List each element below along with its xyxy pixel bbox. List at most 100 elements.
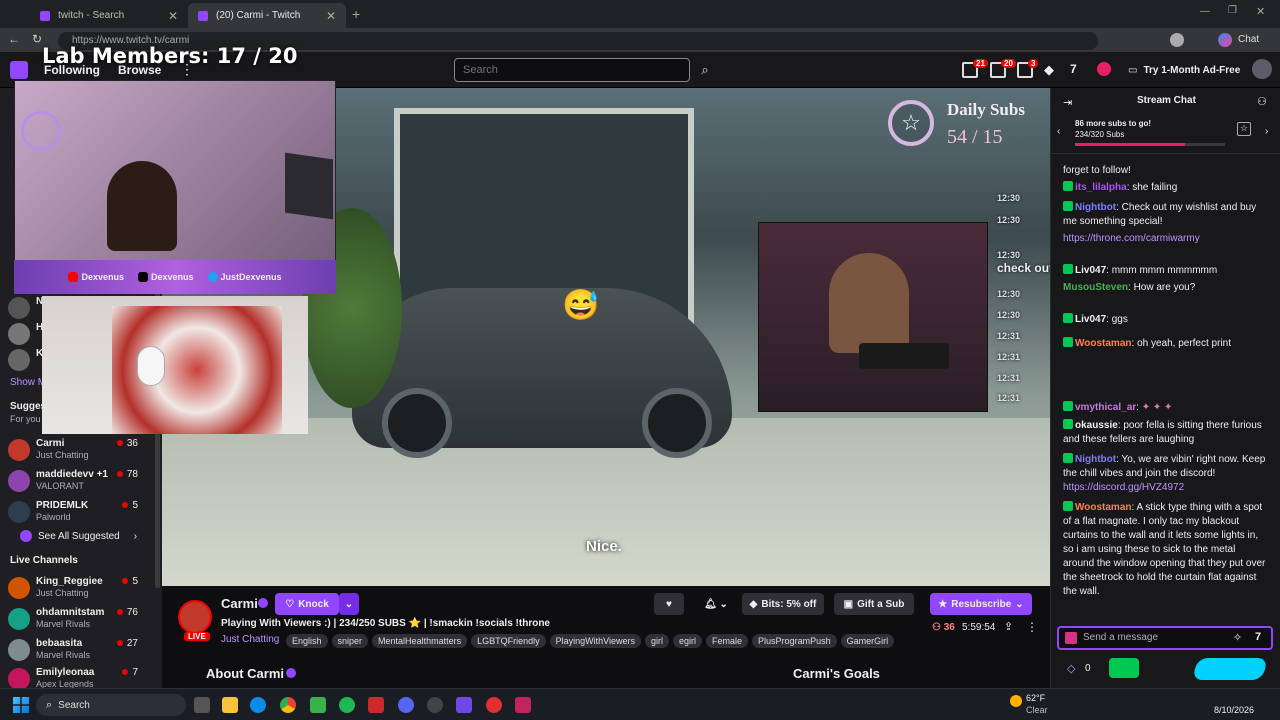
twitch-logo-icon[interactable] (10, 61, 28, 79)
temperature: 62°F (1026, 693, 1046, 703)
live-dot (122, 578, 129, 584)
users-icon[interactable]: ⚇ (1257, 95, 1267, 108)
secondary-webcam (758, 222, 988, 412)
prime-icon[interactable]: 21 (962, 59, 988, 78)
see-all-suggested-link[interactable]: See All Suggested › (20, 530, 137, 542)
follow-heart-icon[interactable]: ♥ (654, 593, 684, 615)
category-link[interactable]: Just Chatting (221, 634, 279, 645)
turbo-icon[interactable]: 7 (1070, 62, 1077, 76)
suggested-channel-carmi[interactable]: Carmi Just Chatting 36 (8, 436, 158, 464)
star-icon[interactable]: ☆ (1237, 122, 1251, 136)
suggested-channel-maddiedevv[interactable]: maddiedevv +1 VALORANT 78 (8, 467, 158, 495)
app-icon[interactable] (456, 697, 472, 713)
chat-link[interactable]: https://discord.gg/HVZ4972 (1063, 482, 1184, 493)
tag[interactable]: MentalHealthmatters (372, 634, 468, 648)
tag[interactable]: PlayingWithViewers (549, 634, 641, 648)
search-input[interactable] (454, 58, 690, 82)
close-window-icon[interactable]: ✕ (1256, 5, 1265, 18)
tag[interactable]: GamerGirl (840, 634, 895, 648)
obs-icon[interactable] (427, 697, 443, 713)
chevron-down-icon[interactable]: ⌄ (339, 593, 359, 615)
close-icon[interactable]: ✕ (168, 9, 178, 23)
live-dot (116, 640, 123, 646)
copilot-icon[interactable] (1218, 33, 1232, 47)
search-icon[interactable]: ⌕ (694, 58, 716, 82)
notifications-bell-icon[interactable]: 🔔︎ ⌄ (696, 593, 736, 615)
live-channel-bebaasita[interactable]: bebaasita Marvel Rivals 27 (8, 636, 158, 664)
tag[interactable]: egirl (673, 634, 703, 648)
hand-cam (42, 296, 308, 434)
crown-icon: ▭ (1128, 64, 1138, 76)
tag[interactable]: Female (706, 634, 749, 648)
tag[interactable]: LGBTQFriendly (471, 634, 546, 648)
chat-panel: ⇥ Stream Chat ⚇ ‹ 86 more subs to go! 23… (1050, 88, 1280, 688)
tag[interactable]: girl (645, 634, 670, 648)
channel-points-icon[interactable]: ◇ (1067, 662, 1075, 675)
back-icon[interactable]: ← (8, 32, 20, 46)
collapse-chat-icon[interactable]: ⇥ (1063, 96, 1072, 109)
badge-icon (1063, 313, 1073, 323)
avatar[interactable] (1170, 33, 1184, 47)
chevron-left-icon[interactable]: ‹ (1057, 126, 1060, 137)
streamer-figure (829, 253, 909, 353)
windows-start-icon[interactable] (13, 697, 29, 713)
copilot-chat-label[interactable]: Chat (1238, 34, 1259, 45)
file-explorer-icon[interactable] (222, 697, 238, 713)
emote-icon[interactable]: 7 (1255, 631, 1261, 643)
chat-message: its_lilalpha: she failing (1051, 181, 1280, 195)
user-avatar[interactable] (1252, 59, 1272, 79)
streamlabs-icon[interactable] (310, 697, 326, 713)
mouse (137, 346, 165, 386)
badge-icon (1063, 181, 1073, 191)
task-view-icon[interactable] (194, 697, 210, 713)
live-channel-ohdamnitstam[interactable]: ohdamnitstam Marvel Rivals 76 (8, 605, 158, 633)
show-more-link[interactable]: Show M (10, 377, 46, 388)
chat-input-placeholder: Send a message (1083, 632, 1159, 643)
tag[interactable]: English (286, 634, 328, 648)
discord-icon[interactable] (398, 697, 414, 713)
browser-tab[interactable]: twitch - Search ✕ (30, 3, 188, 28)
channel-avatar[interactable] (178, 600, 212, 634)
new-tab-icon[interactable]: + (352, 6, 360, 22)
claim-bonus-icon[interactable] (1109, 658, 1139, 678)
chat-message: Liv047: ggs (1051, 313, 1280, 327)
edge-icon[interactable] (250, 697, 266, 713)
chat-input[interactable]: Send a message ✧ 7 (1057, 626, 1273, 650)
app-icon[interactable] (515, 697, 531, 713)
bits-icon[interactable]: ◆ (1044, 62, 1054, 78)
live-channel-king-reggiee[interactable]: King_Reggiee Just Chatting 5 (8, 574, 158, 602)
taskbar-search[interactable]: ⌕ Search (36, 694, 186, 716)
live-badge: LIVE (184, 632, 210, 641)
maximize-icon[interactable]: ❐ (1228, 5, 1237, 16)
weather-condition: Clear (1026, 705, 1048, 715)
reload-icon[interactable]: ↻ (32, 32, 42, 46)
badge-icon (1063, 501, 1073, 511)
knock-button[interactable]: ♡ Knock (275, 593, 339, 615)
share-icon[interactable]: ⇪ (1004, 620, 1013, 633)
chat-link[interactable]: https://throne.com/carmiwarmy (1051, 232, 1280, 246)
browser-tab-active[interactable]: (20) Carmi - Twitch ✕ (188, 3, 346, 28)
bits-button[interactable]: ◆ Bits: 5% off (742, 593, 824, 615)
ad-free-button[interactable]: ▭ Try 1-Month Ad-Free (1120, 59, 1242, 81)
app-icon[interactable] (368, 697, 384, 713)
whispers-icon[interactable]: 3 (1017, 59, 1039, 78)
spotify-icon[interactable] (339, 697, 355, 713)
resubscribe-button[interactable]: ★ Resubscribe ⌄ (930, 593, 1032, 615)
sparkle-icon[interactable]: ✧ (1233, 631, 1242, 644)
live-dot (116, 471, 123, 477)
sub-goal-banner[interactable]: ‹ 86 more subs to go! 234/320 Subs ☆ › (1051, 114, 1280, 154)
chrome-icon[interactable] (280, 697, 296, 713)
more-options-icon[interactable]: ⋮ (1026, 620, 1038, 634)
minimize-icon[interactable]: — (1200, 6, 1210, 17)
tag[interactable]: PlusProgramPush (752, 634, 837, 648)
channel-name[interactable]: Carmi (221, 596, 258, 611)
tag[interactable]: sniper (331, 634, 369, 648)
chevron-right-icon[interactable]: › (1265, 126, 1268, 137)
app-icon[interactable] (486, 697, 502, 713)
gift-sub-button[interactable]: ▣ Gift a Sub (834, 593, 914, 615)
suggested-channel-pridemlk[interactable]: PRIDEMLK Palworld 5 (8, 498, 158, 526)
chat-message: Nightbot: Check out my wishlist and buy … (1063, 201, 1257, 227)
notification-icon[interactable] (1097, 62, 1111, 76)
inbox-icon[interactable]: 20 (990, 59, 1016, 78)
close-icon[interactable]: ✕ (326, 9, 336, 23)
